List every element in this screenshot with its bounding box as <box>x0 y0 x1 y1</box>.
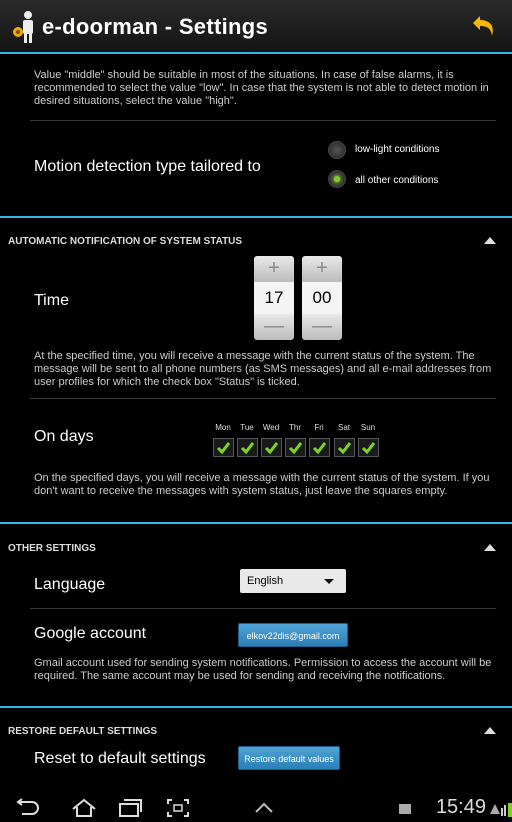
collapse-icon[interactable] <box>484 544 496 551</box>
divider <box>30 608 496 609</box>
minute-picker: + 00 — <box>302 256 342 340</box>
other-header: OTHER SETTINGS <box>8 543 96 554</box>
day-label-sun: Sun <box>360 423 376 432</box>
hour-decrement-button[interactable]: — <box>254 314 294 340</box>
day-label-fri: Fri <box>314 423 324 432</box>
days-label: On days <box>34 428 94 445</box>
divider <box>30 398 496 399</box>
radio-all-other[interactable] <box>328 170 346 188</box>
check-icon <box>216 442 231 455</box>
day-checkbox-fri[interactable] <box>309 438 330 457</box>
hour-increment-button[interactable]: + <box>254 256 294 282</box>
check-icon <box>240 442 255 455</box>
notification-header: AUTOMATIC NOTIFICATION OF SYSTEM STATUS <box>8 236 243 247</box>
check-icon <box>361 442 376 455</box>
google-note: Gmail account used for sending system no… <box>34 657 492 682</box>
recent-apps-icon[interactable] <box>116 798 144 818</box>
hour-value[interactable]: 17 <box>254 282 294 314</box>
reset-label: Reset to default settings <box>34 750 206 767</box>
chevron-up-icon[interactable] <box>250 798 278 818</box>
status-time: 15:49 <box>435 796 486 818</box>
radio-low-light[interactable] <box>328 141 346 159</box>
screenshot-icon[interactable] <box>164 798 192 818</box>
hour-picker: + 17 — <box>254 256 294 340</box>
app-title: e-doorman - Settings <box>42 14 269 39</box>
home-icon[interactable] <box>70 798 98 818</box>
motion-label: Motion detection type tailored to <box>34 158 261 175</box>
check-icon <box>337 442 352 455</box>
doorman-icon <box>13 11 33 43</box>
section-line <box>0 216 512 218</box>
minute-decrement-button[interactable]: — <box>302 314 342 340</box>
time-label: Time <box>34 292 69 309</box>
section-line <box>0 706 512 708</box>
check-icon <box>288 442 303 455</box>
system-nav-bar: 15:49 <box>0 794 512 822</box>
day-checkbox-tue[interactable] <box>237 438 258 457</box>
day-label-sat: Sat <box>337 423 350 432</box>
collapse-icon[interactable] <box>484 237 496 244</box>
day-checkbox-sat[interactable] <box>334 438 355 457</box>
back-icon[interactable] <box>14 798 42 818</box>
google-label: Google account <box>34 625 147 642</box>
language-value: English <box>247 575 284 587</box>
settings-content: Value "middle" should be suitable in mos… <box>0 56 512 794</box>
day-checkbox-mon[interactable] <box>213 438 234 457</box>
chevron-down-icon <box>324 579 334 584</box>
minute-increment-button[interactable]: + <box>302 256 342 282</box>
check-icon <box>312 442 327 455</box>
day-label-mon: Mon <box>215 423 231 432</box>
day-label-tue: Tue <box>240 423 254 432</box>
restore-defaults-button[interactable]: Restore default values <box>238 746 340 770</box>
signal-battery-icon <box>490 803 512 817</box>
motion-note: Value "middle" should be suitable in mos… <box>34 69 489 107</box>
day-checkbox-thr[interactable] <box>285 438 306 457</box>
google-account-button[interactable]: elkov22dis@gmail.com <box>238 623 348 647</box>
days-note: On the specified days, you will receive … <box>34 472 490 497</box>
action-bar: e-doorman - Settings <box>0 0 512 54</box>
divider <box>30 120 496 121</box>
language-label: Language <box>34 576 106 593</box>
collapse-icon[interactable] <box>484 727 496 734</box>
day-label-thr: Thr <box>289 423 301 432</box>
language-dropdown[interactable]: English <box>240 569 346 593</box>
section-line <box>0 522 512 524</box>
minute-value[interactable]: 00 <box>302 282 342 314</box>
back-arrow-icon[interactable] <box>470 12 498 40</box>
gallery-notification-icon <box>399 804 411 814</box>
radio-all-other-label: all other conditions <box>355 175 439 186</box>
check-icon <box>264 442 279 455</box>
day-label-wed: Wed <box>262 423 280 432</box>
time-note: At the specified time, you will receive … <box>34 350 492 388</box>
restore-header: RESTORE DEFAULT SETTINGS <box>8 726 158 737</box>
day-checkbox-sun[interactable] <box>358 438 379 457</box>
day-checkbox-wed[interactable] <box>261 438 282 457</box>
radio-low-light-label: low-light conditions <box>355 144 440 155</box>
